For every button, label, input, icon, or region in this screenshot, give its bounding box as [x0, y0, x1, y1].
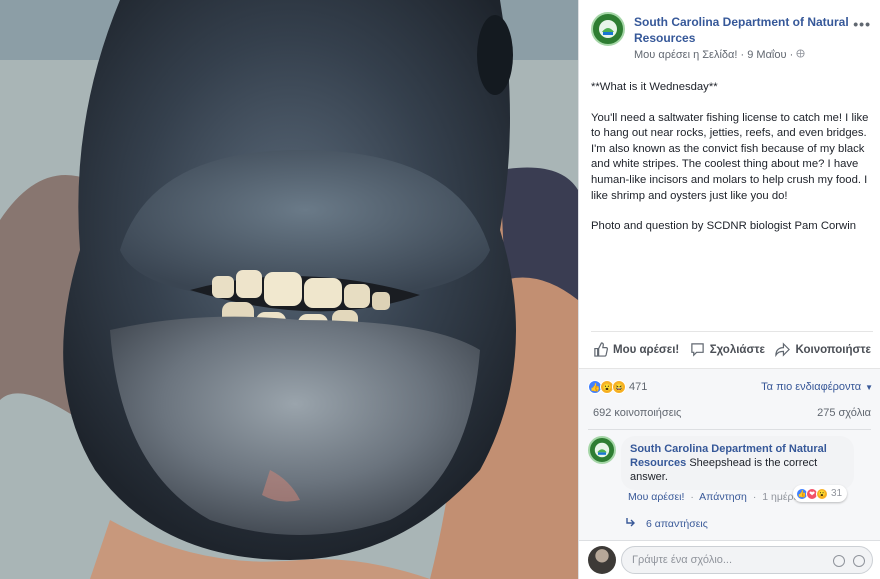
- reaction-summary: 👍 😮 😆 471 Τα πιο ενδιαφέροντα ▼: [588, 377, 873, 397]
- comment-icon: [690, 343, 704, 357]
- comment-like-link[interactable]: Μου αρέσει!: [628, 491, 684, 503]
- comment-reply-link[interactable]: Απάντηση: [699, 491, 747, 503]
- post-actions: Μου αρέσει! Σχολιάστε Κοινοποιήστε: [591, 331, 873, 367]
- more-options-icon[interactable]: •••: [853, 16, 871, 32]
- reaction-icons[interactable]: 👍 😮 😆 471: [588, 380, 647, 394]
- caret-down-icon: ▼: [865, 382, 873, 392]
- scdnr-logo-icon: [594, 15, 622, 43]
- reactions-section: 👍 😮 😆 471 Τα πιο ενδιαφέροντα ▼ 692 κοιν…: [579, 368, 880, 568]
- post-paragraph: You'll need a saltwater fishing license …: [591, 111, 869, 202]
- current-user-avatar[interactable]: [588, 546, 616, 574]
- comment-actions: Μου αρέσει! · Απάντηση · 1 ημέρα: [628, 491, 800, 503]
- wow-reaction-icon: 😮: [816, 487, 828, 500]
- reaction-count[interactable]: 471: [629, 381, 647, 393]
- like-button[interactable]: Μου αρέσει!: [593, 342, 679, 357]
- comment-label: Σχολιάστε: [709, 343, 765, 356]
- comment-reactions[interactable]: 👍 ❤ 😮 31: [793, 485, 848, 502]
- view-replies-link[interactable]: 6 απαντήσεις: [626, 518, 708, 530]
- share-button[interactable]: Κοινοποιήστε: [775, 342, 871, 357]
- page-name-link[interactable]: South Carolina Department of Natural Res…: [634, 14, 854, 46]
- thumbs-up-icon: [594, 342, 608, 357]
- comment-reaction-count: 31: [831, 488, 843, 499]
- meta-separator: ·: [740, 49, 745, 61]
- sheepshead-fish-image: [0, 0, 578, 579]
- comment-button[interactable]: Σχολιάστε: [690, 342, 765, 357]
- post-panel: South Carolina Department of Natural Res…: [578, 0, 880, 579]
- globe-icon: [796, 49, 805, 61]
- divider: [588, 429, 871, 430]
- post-counts: 692 κοινοποιήσεις 275 σχόλια: [593, 407, 871, 419]
- share-label: Κοινοποιήστε: [795, 343, 871, 356]
- page-avatar[interactable]: [591, 12, 625, 46]
- commenter-avatar[interactable]: [588, 436, 616, 464]
- post-photo[interactable]: [0, 0, 578, 579]
- emoji-icon[interactable]: [833, 555, 845, 567]
- scdnr-logo-icon: [590, 438, 614, 462]
- share-icon: [775, 342, 791, 357]
- shares-count[interactable]: 692 κοινοποιήσεις: [593, 407, 681, 419]
- comments-count[interactable]: 275 σχόλια: [817, 407, 871, 419]
- replies-label: 6 απαντήσεις: [646, 518, 708, 530]
- separator: ·: [752, 491, 757, 503]
- sort-label: Τα πιο ενδιαφέροντα: [761, 381, 862, 393]
- post-paragraph: **What is it Wednesday**: [591, 81, 718, 93]
- post-paragraph: Photo and question by SCDNR biologist Pa…: [591, 220, 856, 233]
- post-date[interactable]: 9 Μαΐου: [747, 49, 786, 61]
- camera-icon[interactable]: [853, 555, 865, 567]
- post-header: South Carolina Department of Natural Res…: [591, 12, 871, 62]
- haha-reaction-icon: 😆: [612, 380, 626, 394]
- like-label: Μου αρέσει!: [613, 343, 680, 356]
- comment-sort-dropdown[interactable]: Τα πιο ενδιαφέροντα ▼: [761, 381, 873, 393]
- post-meta: Μου αρέσει η Σελίδα! · 9 Μαΐου ·: [634, 49, 805, 61]
- separator: ·: [690, 491, 694, 503]
- reply-arrow-icon: [626, 518, 636, 530]
- post-body: **What is it Wednesday** You'll need a s…: [591, 80, 871, 250]
- meta-separator: ·: [789, 49, 794, 61]
- comment-bubble: South Carolina Department of Natural Res…: [621, 436, 854, 490]
- like-page-link[interactable]: Μου αρέσει η Σελίδα!: [634, 49, 737, 61]
- comment-composer: Γράψτε ένα σχόλιο...: [579, 540, 880, 579]
- composer-icons: [833, 555, 865, 567]
